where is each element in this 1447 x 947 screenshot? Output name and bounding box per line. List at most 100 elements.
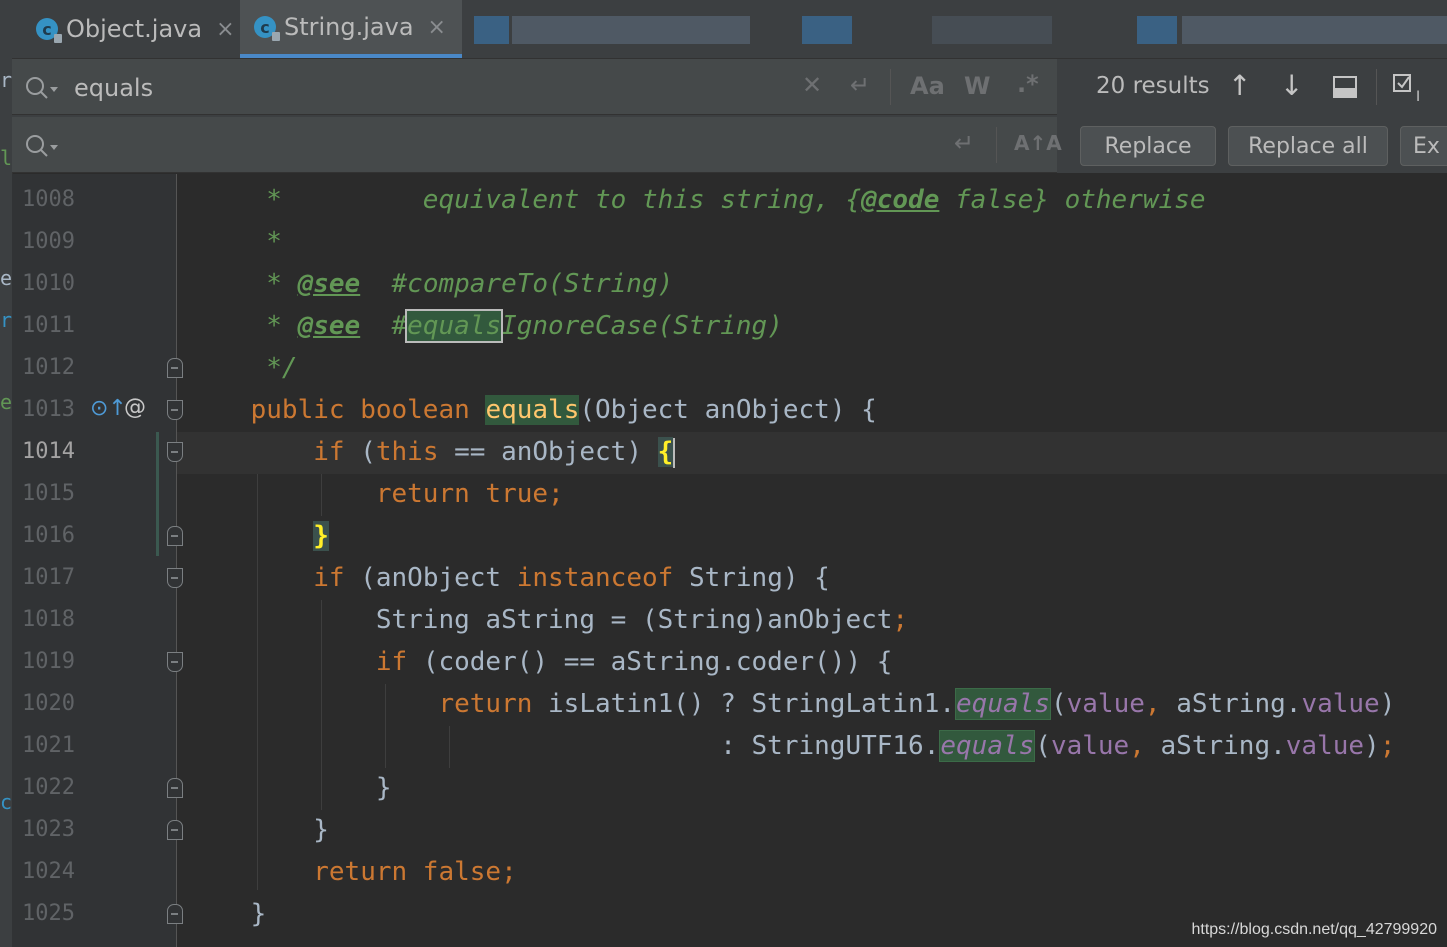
match-case-icon[interactable]: Aa — [910, 72, 945, 100]
code-line[interactable]: : StringUTF16.equals(value, aString.valu… — [188, 725, 1395, 767]
line-number[interactable]: 1024 — [22, 851, 82, 893]
select-all-occurrences-icon[interactable] — [1332, 75, 1358, 99]
line-number[interactable]: 1025 — [22, 893, 82, 935]
text-caret — [673, 437, 676, 468]
fold-marker-icon[interactable] — [167, 442, 183, 462]
line-number[interactable]: 1021 — [22, 725, 82, 767]
fold-marker-icon[interactable] — [167, 526, 183, 546]
separator — [996, 127, 997, 163]
words-icon[interactable]: W — [964, 72, 990, 100]
search-input[interactable] — [72, 67, 776, 109]
fold-marker-icon[interactable] — [167, 652, 183, 672]
line-number[interactable]: 1015 — [22, 473, 82, 515]
line-number[interactable]: 1011 — [22, 305, 82, 347]
vcs-change-marker[interactable] — [156, 432, 159, 556]
code-token: if — [313, 437, 361, 467]
code-line[interactable]: } — [188, 893, 267, 935]
fold-marker-icon[interactable] — [167, 358, 183, 378]
code-token: @see — [297, 311, 361, 341]
separator — [890, 69, 891, 105]
code-token: value — [1301, 689, 1380, 719]
java-class-icon: c — [254, 16, 280, 41]
code-token: # — [360, 311, 408, 341]
exclude-button[interactable]: Ex — [1400, 126, 1447, 166]
close-icon[interactable]: × — [216, 17, 234, 42]
fold-marker-icon[interactable] — [167, 904, 183, 924]
code-token: equals — [955, 688, 1051, 720]
replace-field-box: ↵ A↑A — [12, 117, 1062, 173]
replace-all-button[interactable]: Replace all — [1228, 126, 1388, 166]
fold-marker-icon[interactable] — [167, 400, 183, 420]
overrides-method-icon[interactable]: ⊙↑ — [90, 396, 127, 421]
search-row: ✕ ↵ Aa W .* 20 results ↑ ↓ I — [12, 59, 1447, 115]
code-token: return true; — [375, 479, 564, 509]
code-token: IgnoreCase(String) — [501, 311, 783, 341]
edge-glyph: l — [0, 146, 13, 170]
regex-icon[interactable]: .* — [1017, 70, 1039, 98]
code-line[interactable]: String aString = (String)anObject; — [188, 599, 908, 641]
blurred-tab — [512, 16, 750, 44]
line-number[interactable]: 1017 — [22, 557, 82, 599]
code-line[interactable]: * @see #equalsIgnoreCase(String) — [188, 305, 783, 347]
code-line[interactable]: * @see #compareTo(String) — [188, 263, 673, 305]
code-line[interactable]: return false; — [188, 851, 517, 893]
code-line[interactable]: } — [188, 767, 392, 809]
code-token: ( — [360, 437, 376, 467]
line-number[interactable]: 1022 — [22, 767, 82, 809]
next-occurrence-icon[interactable]: ↓ — [1280, 69, 1303, 102]
code-line[interactable]: */ — [188, 347, 297, 389]
line-number[interactable]: 1009 — [22, 221, 82, 263]
code-line[interactable]: if (anObject instanceof String) { — [188, 557, 830, 599]
new-line-icon[interactable]: ↵ — [850, 71, 870, 99]
code-line[interactable]: if (coder() == aString.coder()) { — [188, 641, 893, 683]
replace-history-icon[interactable] — [24, 133, 60, 159]
replace-input[interactable] — [72, 125, 776, 167]
code-token: equals — [405, 309, 504, 343]
code-token: * — [188, 269, 298, 299]
line-number[interactable]: 1020 — [22, 683, 82, 725]
fold-marker-icon[interactable] — [167, 820, 183, 840]
line-number[interactable]: 1013 — [22, 389, 82, 431]
code-token: @see — [297, 269, 361, 299]
code-line[interactable]: return true; — [188, 473, 564, 515]
close-icon[interactable]: × — [428, 15, 446, 40]
code-line[interactable]: * — [188, 221, 282, 263]
code-line[interactable]: } — [188, 515, 329, 557]
line-number[interactable]: 1010 — [22, 263, 82, 305]
line-number[interactable]: 1014 — [22, 431, 82, 473]
blurred-tab — [1182, 16, 1447, 44]
search-history-icon[interactable] — [24, 75, 60, 101]
fold-marker-icon[interactable] — [167, 778, 183, 798]
code-token: if — [313, 563, 361, 593]
previous-occurrence-icon[interactable]: ↑ — [1228, 69, 1251, 102]
line-number[interactable]: 1008 — [22, 179, 82, 221]
preserve-case-icon[interactable]: A↑A — [1014, 131, 1062, 155]
tab-string-java[interactable]: c String.java × — [240, 0, 462, 58]
replace-button[interactable]: Replace — [1080, 126, 1216, 166]
line-number[interactable]: 1018 — [22, 599, 82, 641]
code-line[interactable]: } — [188, 809, 329, 851]
code-token: * — [188, 311, 298, 341]
line-number[interactable]: 1012 — [22, 347, 82, 389]
filter-search-icon[interactable]: I — [1392, 73, 1432, 105]
code-token: value — [1066, 689, 1145, 719]
code-token: aString. — [1176, 689, 1302, 719]
new-line-icon[interactable]: ↵ — [954, 129, 974, 157]
annotation-icon[interactable]: @ — [124, 395, 146, 420]
code-line[interactable]: public boolean equals(Object anObject) { — [188, 389, 877, 431]
code-token: : StringUTF16. — [188, 731, 940, 761]
line-number[interactable]: 1019 — [22, 641, 82, 683]
code-line[interactable]: return isLatin1() ? StringLatin1.equals(… — [188, 683, 1395, 725]
line-number[interactable]: 1023 — [22, 809, 82, 851]
code-line[interactable]: * equivalent to this string, {@code fals… — [188, 179, 1205, 221]
edge-glyph: e — [0, 266, 13, 290]
line-number[interactable]: 1016 — [22, 515, 82, 557]
code-editor[interactable]: ⊙↑ @ 1008 1009 1010 1011 1012 1013 1014 1015 101… — [12, 174, 1447, 947]
clear-icon[interactable]: ✕ — [802, 71, 822, 99]
code-line[interactable]: if (this == anObject) { — [188, 431, 676, 473]
edge-glyph: c — [0, 790, 13, 814]
fold-marker-icon[interactable] — [167, 568, 183, 588]
tab-object-java[interactable]: c Object.java × — [22, 0, 244, 58]
